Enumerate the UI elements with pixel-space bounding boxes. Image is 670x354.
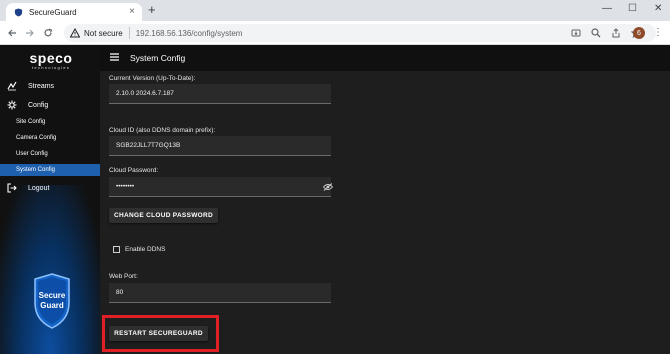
cloud-password-label: Cloud Password: (109, 167, 159, 174)
cloud-password-field[interactable]: •••••••• (109, 177, 331, 197)
omnibox-actions (570, 27, 642, 39)
sidebar-item-streams[interactable]: Streams (0, 81, 100, 91)
system-config-form: Current Version (Up-To-Date): 2.10.0 202… (100, 71, 670, 354)
app-header: System Config (100, 45, 670, 71)
sidebar-item-label: Config (28, 101, 49, 109)
browser-toolbar: Not secure 192.168.56.136/config/system (0, 21, 670, 45)
enable-ddns-row[interactable]: Enable DDNS (113, 246, 165, 253)
shield-favicon-icon (14, 7, 23, 17)
sidebar-item-label: Logout (28, 184, 50, 192)
streams-icon (7, 81, 17, 91)
change-cloud-password-button[interactable]: CHANGE CLOUD PASSWORD (109, 208, 218, 223)
highlight-box (102, 315, 219, 352)
sidebar-item-logout[interactable]: Logout (0, 183, 100, 193)
profile-avatar[interactable]: 6 (633, 27, 645, 39)
warning-icon (70, 28, 80, 38)
address-bar[interactable]: Not secure 192.168.56.136/config/system (64, 24, 656, 42)
screen: SecureGuard × + — ☐ ✕ Not secure 192.168… (0, 0, 670, 354)
version-label: Current Version (Up-To-Date): (109, 75, 196, 82)
tab-close-icon[interactable]: × (129, 6, 135, 18)
sidebar-item-config[interactable]: Config (0, 100, 100, 110)
sidebar: speco technologies Streams Config Site C… (0, 45, 100, 354)
reload-icon[interactable] (41, 26, 55, 40)
sidebar-item-site-config[interactable]: Site Config (0, 116, 100, 128)
badge-line-1: Secure (39, 291, 66, 300)
url-text: 192.168.56.136/config/system (135, 28, 243, 38)
speco-logo: speco technologies (26, 51, 76, 70)
zoom-icon[interactable] (590, 27, 602, 39)
page-title: System Config (130, 53, 186, 63)
secureguard-shield-logo: Secure Guard (34, 273, 70, 329)
hamburger-menu-icon[interactable] (110, 53, 119, 61)
cloud-id-label: Cloud ID (also DDNS domain prefix): (109, 127, 216, 134)
tab-title: SecureGuard (29, 7, 77, 17)
install-app-icon[interactable] (570, 27, 582, 39)
close-window-icon[interactable]: ✕ (654, 2, 662, 16)
minimize-icon[interactable]: — (602, 2, 612, 16)
badge-line-2: Guard (40, 301, 64, 310)
version-field: 2.10.0 2024.6.7.187 (109, 84, 331, 104)
new-tab-button[interactable]: + (148, 3, 156, 17)
web-port-label: Web Port: (109, 273, 138, 280)
web-port-field[interactable]: 80 (109, 283, 331, 303)
logo-word: speco (29, 50, 73, 66)
back-icon[interactable] (5, 26, 19, 40)
logout-icon (7, 183, 17, 193)
sidebar-item-label: Streams (28, 82, 55, 90)
sidebar-item-user-config[interactable]: User Config (0, 148, 100, 160)
security-chip[interactable]: Not secure (70, 27, 130, 39)
sidebar-item-system-config[interactable]: System Config (0, 164, 100, 176)
security-chip-label: Not secure (84, 28, 123, 38)
enable-ddns-label: Enable DDNS (125, 246, 166, 253)
maximize-icon[interactable]: ☐ (628, 2, 637, 16)
sidebar-item-camera-config[interactable]: Camera Config (0, 132, 100, 144)
enable-ddns-checkbox[interactable] (113, 246, 120, 253)
forward-icon[interactable] (23, 26, 37, 40)
hide-password-icon[interactable] (323, 183, 333, 191)
browser-tab[interactable]: SecureGuard × (6, 3, 142, 21)
share-icon[interactable] (610, 27, 622, 39)
gear-icon (7, 100, 17, 110)
browser-tab-bar: SecureGuard × + — ☐ ✕ (0, 0, 670, 21)
browser-menu-icon[interactable]: ⋮ (653, 27, 663, 39)
logo-sub: technologies (31, 65, 71, 70)
cloud-id-field[interactable]: SGB22JLL7T7GQ13B (109, 136, 331, 156)
